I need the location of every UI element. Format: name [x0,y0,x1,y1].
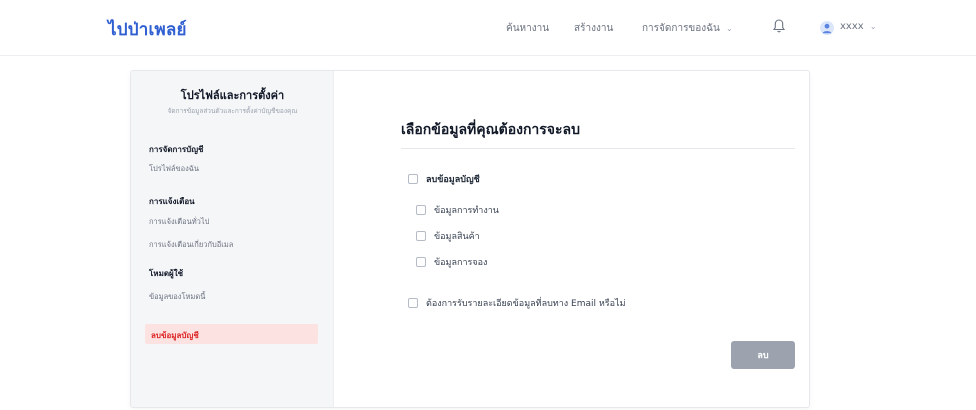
sidebar-item-delete-account-label: ลบข้อมูลบัญชี [151,331,199,340]
sidebar-subtitle: จัดการข้อมูลส่วนตัวและการตั้งค่าบัญชีของ… [167,107,298,115]
delete-account-checkbox[interactable]: ลบข้อมูลบัญชี [408,172,480,186]
app-logo[interactable]: ไปป่าเพลย์ [108,16,187,43]
sidebar-item-my-profile[interactable]: โปรไฟล์ของฉัน [149,163,199,175]
settings-sidebar: โปรไฟล์และการตั้งค่า จัดการข้อมูลส่วนตัว… [131,71,334,407]
settings-card: โปรไฟล์และการตั้งค่า จัดการข้อมูลส่วนตัว… [130,70,810,408]
bell-icon[interactable] [772,18,786,34]
nav-search-jobs[interactable]: ค้นหางาน [506,21,549,36]
sidebar-section-user-mode: โหมดผู้ใช้ [149,269,184,278]
chevron-down-icon: ⌄ [726,24,733,33]
checkbox-box[interactable] [416,231,426,241]
username-label: xxxx [840,21,864,32]
booking-data-checkbox[interactable]: ข้อมูลการจอง [416,255,487,269]
checkbox-box[interactable] [408,174,418,184]
nav-create-job[interactable]: สร้างงาน [574,21,613,36]
product-data-label: ข้อมูลสินค้า [434,232,480,242]
booking-data-label: ข้อมูลการจอง [434,258,488,268]
avatar[interactable] [820,21,834,35]
nav-create-job-label: สร้างงาน [574,23,614,34]
checkbox-box[interactable] [408,298,418,308]
work-data-label: ข้อมูลการทำงาน [434,206,499,216]
checkbox-box[interactable] [416,205,426,215]
delete-account-label: ลบข้อมูลบัญชี [426,175,480,185]
sidebar-item-email-notifications[interactable]: การแจ้งเตือนเกี่ยวกับอีเมล [149,239,233,251]
product-data-checkbox[interactable]: ข้อมูลสินค้า [416,229,480,243]
sidebar-section-notifications: การแจ้งเตือน [149,197,195,206]
work-data-checkbox[interactable]: ข้อมูลการทำงาน [416,203,499,217]
email-summary-checkbox[interactable]: ต้องการรับรายละเอียดข้อมูลที่ลบทาง Email… [408,296,626,310]
delete-confirm-button[interactable]: ลบ [731,341,795,369]
nav-my-management-label: การจัดการของฉัน [642,23,720,34]
sidebar-title: โปรไฟล์และการตั้งค่า [180,89,285,102]
user-menu-dropdown[interactable]: xxxx ⌄ [840,21,877,32]
top-navigation-bar: ไปป่าเพลย์ ค้นหางาน สร้างงาน การจัดการขอ… [0,0,976,56]
title-divider [401,148,795,149]
chevron-down-icon: ⌄ [869,22,877,31]
nav-search-jobs-label: ค้นหางาน [506,23,550,34]
sidebar-section-account: การจัดการบัญชี [149,145,204,154]
checkbox-box[interactable] [416,257,426,267]
sidebar-item-delete-account[interactable]: ลบข้อมูลบัญชี [145,324,318,344]
sidebar-item-mode-info[interactable]: ข้อมูลของโหมดนี้ [149,291,205,303]
sidebar-item-general-notifications[interactable]: การแจ้งเตือนทั่วไป [149,216,209,228]
page-title: เลือกข้อมูลที่คุณต้องการจะลบ [401,122,580,138]
email-summary-label: ต้องการรับรายละเอียดข้อมูลที่ลบทาง Email… [426,299,626,309]
nav-my-management-dropdown[interactable]: การจัดการของฉัน ⌄ [642,21,733,36]
